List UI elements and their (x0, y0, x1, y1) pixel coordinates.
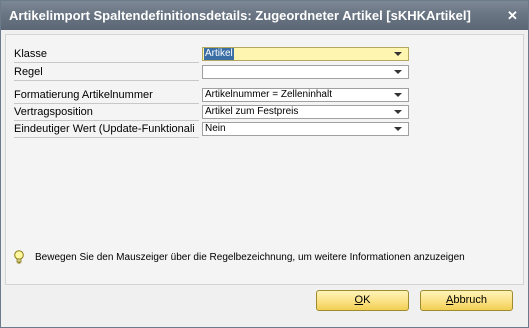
chevron-down-icon[interactable] (394, 52, 402, 56)
eindeutiger-wert-value: Nein (205, 123, 226, 134)
chevron-down-icon[interactable] (394, 127, 402, 131)
formatierung-dropdown[interactable]: Artikelnummer = Zelleninhalt (202, 88, 409, 102)
close-icon[interactable]: ✕ (505, 8, 520, 23)
lightbulb-icon (13, 250, 25, 264)
hint-text: Bewegen Sie den Mauszeiger über die Rege… (35, 251, 465, 263)
title-bar[interactable]: Artikelimport Spaltendefinitionsdetails:… (1, 1, 528, 30)
form-panel: Klasse Artikel Regel Formatierung Artike… (5, 34, 524, 285)
field-label-eindeutiger-wert: Eindeutiger Wert (Update-Funktionalitä (14, 123, 194, 135)
field-row-klasse: Klasse Artikel (14, 47, 414, 63)
field-label-formatierung: Formatierung Artikelnummer (14, 89, 153, 101)
ok-label-rest: K (363, 294, 371, 306)
hint-bar: Bewegen Sie den Mauszeiger über die Rege… (13, 249, 465, 265)
regel-dropdown[interactable] (202, 65, 409, 79)
cancel-label-rest: bbruch (453, 294, 487, 306)
formatierung-value: Artikelnummer = Zelleninhalt (205, 89, 332, 100)
ok-mnemonic: O (354, 294, 364, 306)
label-underline (14, 80, 199, 81)
vertragsposition-value: Artikel zum Festpreis (205, 106, 299, 117)
field-label-klasse: Klasse (14, 48, 48, 60)
chevron-down-icon[interactable] (394, 93, 402, 97)
field-row-eindeutiger-wert: Eindeutiger Wert (Update-Funktionalitä N… (14, 122, 414, 138)
field-row-regel: Regel (14, 65, 414, 81)
eindeutiger-wert-dropdown[interactable]: Nein (202, 122, 409, 136)
field-label-vertragsposition: Vertragsposition (14, 106, 93, 118)
window-title: Artikelimport Spaltendefinitionsdetails:… (9, 8, 471, 23)
field-row-vertragsposition: Vertragsposition Artikel zum Festpreis (14, 105, 414, 121)
label-underline (14, 120, 199, 121)
label-underline (14, 62, 199, 63)
label-underline (14, 137, 199, 138)
chevron-down-icon[interactable] (394, 110, 402, 114)
ok-button[interactable]: OK (316, 290, 409, 311)
chevron-down-icon[interactable] (394, 70, 402, 74)
label-underline (14, 103, 199, 104)
cancel-button[interactable]: Abbruch (420, 290, 513, 311)
vertragsposition-dropdown[interactable]: Artikel zum Festpreis (202, 105, 409, 119)
field-row-formatierung: Formatierung Artikelnummer Artikelnummer… (14, 88, 414, 104)
klasse-value: Artikel (204, 48, 234, 60)
field-label-regel: Regel (14, 66, 43, 78)
dialog-window: Artikelimport Spaltendefinitionsdetails:… (0, 0, 529, 328)
klasse-dropdown[interactable]: Artikel (202, 47, 409, 61)
